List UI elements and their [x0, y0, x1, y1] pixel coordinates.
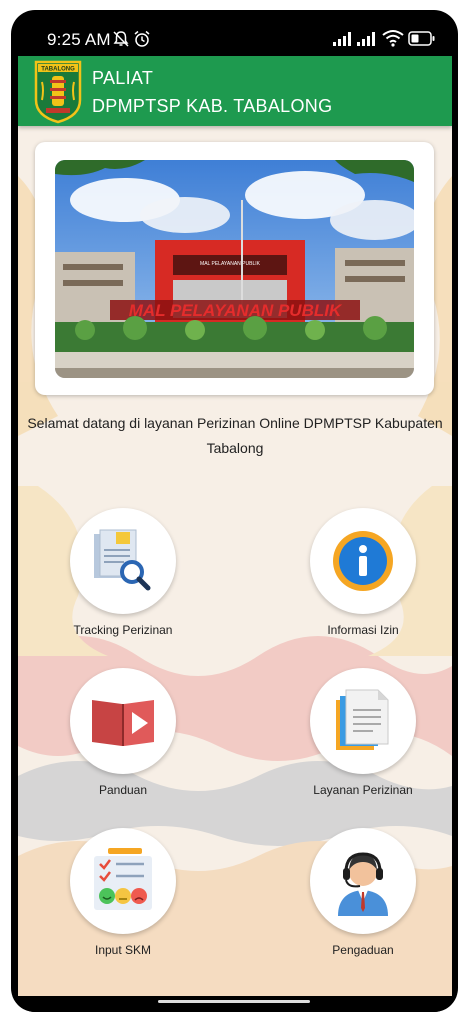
menu-button[interactable]	[310, 668, 416, 774]
menu-label: Panduan	[98, 783, 148, 797]
info-icon	[333, 531, 393, 591]
menu-button[interactable]	[70, 668, 176, 774]
app-subtitle: DPMPTSP KAB. TABALONG	[92, 96, 333, 116]
book-play-icon	[92, 700, 154, 746]
menu-tracking-perizinan[interactable]: Tracking Perizinan	[26, 508, 196, 653]
menu-button[interactable]	[70, 828, 176, 934]
menu-label: Tracking Perizinan	[73, 623, 173, 637]
banner-small-text: MAL PELAYANAN PUBLIK	[200, 261, 261, 267]
phone-frame: 9:25 AM TABALONG PALIAT DPMPTSP KAB. TAB…	[11, 10, 458, 1012]
documents-icon	[336, 689, 389, 750]
signal-icon	[333, 32, 351, 46]
signal-icon	[357, 32, 375, 46]
home-indicator[interactable]	[158, 1000, 310, 1003]
status-bar: 9:25 AM	[11, 10, 458, 56]
mute-icon	[113, 31, 129, 47]
menu-label: Layanan Perizinan	[313, 783, 413, 797]
document-search-icon	[94, 529, 151, 591]
alarm-icon	[134, 30, 150, 47]
menu-pengaduan[interactable]: Pengaduan	[266, 828, 436, 973]
navigation-bar	[11, 996, 458, 1012]
banner-sign-text: MAL PELAYANAN PUBLIK	[129, 301, 343, 320]
app-screen: TABALONG PALIAT DPMPTSP KAB. TABALONG MA…	[18, 56, 452, 996]
battery-icon	[408, 31, 435, 46]
customer-service-icon	[338, 852, 388, 916]
survey-icon	[94, 848, 152, 910]
menu-button[interactable]	[310, 508, 416, 614]
status-time: 9:25 AM	[47, 30, 111, 49]
svg-text:TABALONG: TABALONG	[41, 67, 75, 73]
banner-image: MAL PELAYANAN PUBLIK MAL PELAYANAN PUBLI…	[55, 160, 414, 378]
menu-label: Input SKM	[94, 943, 152, 957]
menu-label: Pengaduan	[332, 943, 394, 957]
welcome-text: Selamat datang di layanan Perizinan Onli…	[27, 415, 443, 456]
menu-label: Informasi Izin	[327, 623, 399, 637]
menu-layanan-perizinan[interactable]: Layanan Perizinan	[266, 668, 436, 813]
menu-button[interactable]	[310, 828, 416, 934]
app-title: PALIAT	[92, 68, 154, 88]
banner-card: MAL PELAYANAN PUBLIK MAL PELAYANAN PUBLI…	[35, 142, 434, 395]
menu-informasi-izin[interactable]: Informasi Izin	[266, 508, 436, 653]
menu-panduan[interactable]: Panduan	[26, 668, 196, 813]
tabalong-logo: TABALONG	[34, 60, 82, 124]
app-bar: TABALONG PALIAT DPMPTSP KAB. TABALONG	[18, 56, 452, 126]
menu-button[interactable]	[70, 508, 176, 614]
wifi-icon	[382, 30, 404, 47]
menu-input-skm[interactable]: Input SKM	[26, 828, 196, 973]
